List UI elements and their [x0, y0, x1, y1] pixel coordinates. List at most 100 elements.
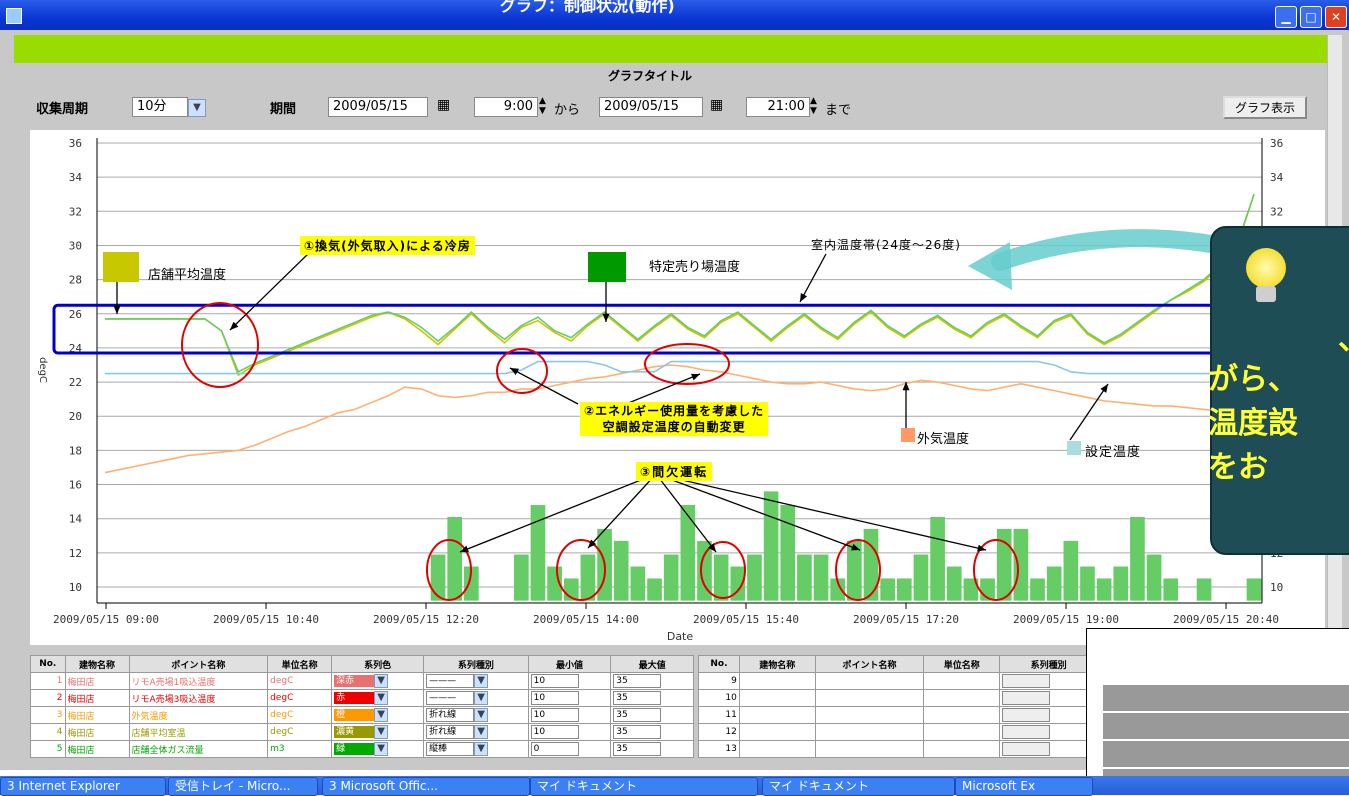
row-number: 12: [698, 723, 740, 741]
y-tick-label: 16: [69, 479, 82, 492]
series-line-3: [105, 360, 1254, 375]
intermittent-annotation: ③間欠運転: [636, 462, 713, 481]
row-number: 3: [30, 706, 66, 724]
unit-cell: m3: [267, 740, 333, 758]
series-type-select[interactable]: [1002, 691, 1051, 705]
type-cell[interactable]: [999, 706, 1098, 724]
callout-line2: がら、: [1208, 362, 1298, 397]
chevron-down-icon[interactable]: ▼: [374, 674, 389, 688]
chevron-down-icon[interactable]: ▼: [374, 725, 389, 739]
min-input[interactable]: 10: [530, 708, 579, 722]
color-select[interactable]: 濃黄: [334, 725, 375, 738]
max-input[interactable]: 35: [613, 708, 662, 722]
type-cell[interactable]: [999, 740, 1098, 758]
min-cell[interactable]: 0: [527, 740, 612, 758]
series-type-select[interactable]: 折れ線: [426, 724, 475, 739]
x-axis-label: Date: [667, 630, 694, 643]
bar: [913, 554, 929, 601]
color-select[interactable]: 緑: [334, 742, 375, 755]
empty-cell: [814, 723, 925, 741]
min-cell[interactable]: 10: [527, 689, 612, 707]
bar: [1196, 578, 1212, 601]
type-cell[interactable]: ——— ▼: [423, 689, 529, 707]
min-input[interactable]: 10: [530, 674, 579, 688]
taskbar-item-office[interactable]: 3 Microsoft Offic...: [322, 777, 530, 796]
series-type-select[interactable]: [1002, 742, 1051, 756]
min-input[interactable]: 0: [530, 742, 579, 756]
series-type-select[interactable]: 縦棒: [426, 741, 475, 756]
unit-cell: degC: [267, 672, 333, 690]
bar: [1046, 566, 1062, 601]
max-cell[interactable]: 35: [610, 740, 694, 758]
color-select[interactable]: 橙: [334, 708, 375, 721]
max-cell[interactable]: 35: [610, 706, 694, 724]
color-cell[interactable]: 橙 ▼: [331, 706, 425, 724]
max-cell[interactable]: 35: [610, 723, 694, 741]
y-tick-label: 22: [69, 376, 82, 389]
taskbar-item-inbox[interactable]: 受信トレイ - Micro...: [168, 777, 318, 796]
color-cell[interactable]: 赤 ▼: [331, 689, 425, 707]
max-cell[interactable]: 35: [610, 689, 694, 707]
chevron-down-icon[interactable]: ▼: [474, 708, 489, 723]
type-cell[interactable]: [999, 672, 1098, 690]
type-cell[interactable]: 縦棒 ▼: [423, 740, 529, 758]
min-input[interactable]: 10: [530, 691, 579, 705]
x-tick-label: 2009/05/15 12:20: [373, 613, 479, 626]
color-cell[interactable]: 深赤 ▼: [331, 672, 425, 690]
x-tick-label: 2009/05/15 20:40: [1173, 613, 1279, 626]
y-tick-label: 34: [69, 171, 83, 184]
color-select[interactable]: 赤: [334, 691, 375, 704]
chevron-down-icon[interactable]: ▼: [374, 742, 389, 756]
table-header-row: No. 建物名称 ポイント名称 単位名称 系列色 系列種別 最小値 最大値: [30, 655, 694, 673]
color-select[interactable]: 深赤: [334, 674, 375, 687]
min-input[interactable]: 10: [530, 725, 579, 739]
building-cell: 梅田店: [64, 723, 130, 741]
max-input[interactable]: 35: [613, 674, 662, 688]
overlay-panel: [1086, 628, 1349, 790]
column-header: 系列色: [331, 655, 425, 673]
type-cell[interactable]: 折れ線 ▼: [423, 723, 529, 741]
taskbar-item-mydocs-1[interactable]: マイ ドキュメント: [530, 777, 758, 796]
series-type-select[interactable]: ———: [426, 690, 475, 705]
taskbar-item-mydocs-2[interactable]: マイ ドキュメント: [762, 777, 955, 796]
row-number: 13: [698, 740, 740, 758]
max-cell[interactable]: 35: [610, 672, 694, 690]
building-cell: 梅田店: [64, 672, 130, 690]
legend-specific-label: 特定売り場温度: [649, 260, 741, 275]
energy-annotation-line1: ②エネルギー使用量を考慮した: [584, 404, 765, 418]
min-cell[interactable]: 10: [527, 706, 612, 724]
max-input[interactable]: 35: [613, 742, 662, 756]
type-cell[interactable]: [999, 689, 1098, 707]
row-number: 10: [698, 689, 740, 707]
color-cell[interactable]: 緑 ▼: [331, 740, 425, 758]
point-cell: リモA売場1吸込温度: [128, 672, 269, 690]
chevron-down-icon[interactable]: ▼: [474, 742, 489, 757]
taskbar-item-excel[interactable]: Microsoft Ex: [955, 777, 1093, 796]
chevron-down-icon[interactable]: ▼: [374, 708, 389, 722]
max-input[interactable]: 35: [613, 725, 662, 739]
type-cell[interactable]: ——— ▼: [423, 672, 529, 690]
series-type-select[interactable]: [1002, 725, 1051, 739]
taskbar-item-ie[interactable]: 3 Internet Explorer: [0, 777, 166, 796]
chevron-down-icon[interactable]: ▼: [474, 674, 489, 689]
bar: [1130, 516, 1145, 601]
bar: [1063, 540, 1079, 601]
type-cell[interactable]: 折れ線 ▼: [423, 706, 529, 724]
y-tick-label: 10: [69, 581, 82, 594]
empty-cell: [814, 740, 925, 758]
chevron-down-icon[interactable]: ▼: [474, 691, 489, 706]
series-type-select[interactable]: [1002, 674, 1051, 688]
min-cell[interactable]: 10: [527, 723, 612, 741]
series-type-select[interactable]: ———: [426, 673, 475, 688]
row-number: 11: [698, 706, 740, 724]
min-cell[interactable]: 10: [527, 672, 612, 690]
color-cell[interactable]: 濃黄 ▼: [331, 723, 425, 741]
chevron-down-icon[interactable]: ▼: [474, 725, 489, 740]
chevron-down-icon[interactable]: ▼: [374, 691, 389, 705]
series-type-select[interactable]: [1002, 708, 1051, 722]
arrowhead: [113, 305, 121, 314]
series-type-select[interactable]: 折れ線: [426, 707, 475, 722]
type-cell[interactable]: [999, 723, 1098, 741]
max-input[interactable]: 35: [613, 691, 662, 705]
x-tick-label: 2009/05/15 15:40: [693, 613, 799, 626]
